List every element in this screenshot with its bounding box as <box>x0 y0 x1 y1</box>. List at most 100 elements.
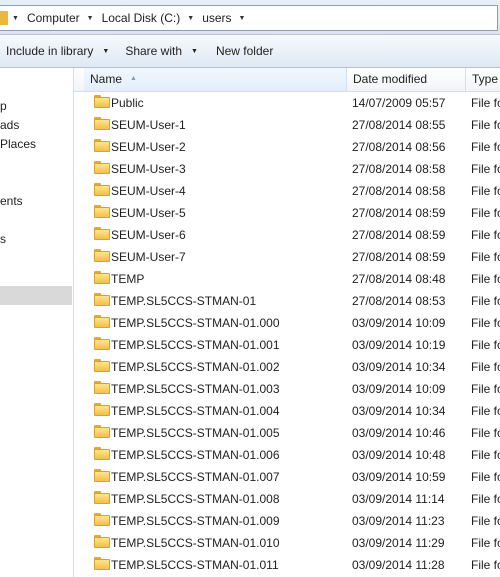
breadcrumb-computer[interactable]: Computer <box>24 11 83 25</box>
nav-item-downloads[interactable]: ads <box>0 116 19 134</box>
table-row[interactable]: TEMP.SL5CCS-STMAN-01.005 03/09/2014 10:46… <box>74 422 500 444</box>
row-name: TEMP.SL5CCS-STMAN-01.009 <box>111 514 280 528</box>
row-name: TEMP.SL5CCS-STMAN-01.004 <box>111 404 280 418</box>
column-header-name[interactable]: Name ▲ <box>84 68 347 91</box>
column-name-label: Name <box>90 72 123 86</box>
row-date-modified: 27/08/2014 08:58 <box>352 162 446 176</box>
nav-item-documents[interactable]: ents <box>0 192 23 210</box>
row-type: File fo <box>471 272 500 286</box>
row-type: File fo <box>471 228 500 242</box>
row-type: File fo <box>471 382 500 396</box>
row-type: File fo <box>471 294 500 308</box>
row-name: TEMP.SL5CCS-STMAN-01.006 <box>111 448 280 462</box>
include-in-library-label: Include in library <box>6 44 94 58</box>
chevron-down-icon[interactable]: ▼ <box>83 15 99 22</box>
file-list[interactable]: Name ▲ Date modified Type Public 14/07/200… <box>74 68 500 577</box>
row-type: File fo <box>471 448 500 462</box>
chevron-down-icon[interactable]: ▼ <box>8 15 24 22</box>
column-header-date-modified[interactable]: Date modified <box>347 68 466 91</box>
nav-item[interactable]: p <box>0 97 7 115</box>
navigation-pane[interactable]: p ads Places ents s <box>0 68 74 577</box>
table-row[interactable]: TEMP.SL5CCS-STMAN-01.011 03/09/2014 11:28… <box>74 554 500 576</box>
folder-icon <box>94 491 110 504</box>
folder-icon <box>94 139 110 152</box>
row-name: SEUM-User-3 <box>111 162 186 176</box>
row-type: File fo <box>471 558 500 572</box>
column-date-label: Date modified <box>353 72 428 86</box>
folder-icon <box>94 315 110 328</box>
row-date-modified: 03/09/2014 10:34 <box>352 360 446 374</box>
table-row[interactable]: TEMP.SL5CCS-STMAN-01.006 03/09/2014 10:48… <box>74 444 500 466</box>
column-header-type[interactable]: Type <box>466 68 500 91</box>
row-date-modified: 03/09/2014 11:28 <box>352 558 445 572</box>
table-row[interactable]: TEMP.SL5CCS-STMAN-01.000 03/09/2014 10:09… <box>74 312 500 334</box>
folder-icon <box>94 227 110 240</box>
folder-icon <box>94 161 110 174</box>
table-row[interactable]: TEMP.SL5CCS-STMAN-01.002 03/09/2014 10:34… <box>74 356 500 378</box>
row-type: File fo <box>471 536 500 550</box>
row-type: File fo <box>471 492 500 506</box>
row-name: TEMP.SL5CCS-STMAN-01.010 <box>111 536 280 550</box>
folder-icon <box>0 11 8 25</box>
row-type: File fo <box>471 118 500 132</box>
row-date-modified: 14/07/2009 05:57 <box>352 96 446 110</box>
row-name: SEUM-User-2 <box>111 140 186 154</box>
row-name: SEUM-User-4 <box>111 184 186 198</box>
folder-icon <box>94 337 110 350</box>
row-date-modified: 27/08/2014 08:53 <box>352 294 446 308</box>
row-date-modified: 03/09/2014 10:19 <box>352 338 446 352</box>
breadcrumb-local-disk[interactable]: Local Disk (C:) <box>99 11 184 25</box>
row-date-modified: 03/09/2014 11:23 <box>352 514 445 528</box>
row-date-modified: 27/08/2014 08:59 <box>352 228 446 242</box>
folder-icon <box>94 271 110 284</box>
include-in-library-button[interactable]: Include in library ▼ <box>0 39 115 63</box>
table-row[interactable]: SEUM-User-7 27/08/2014 08:59 File fo <box>74 246 500 268</box>
table-row[interactable]: SEUM-User-5 27/08/2014 08:59 File fo <box>74 202 500 224</box>
row-name: SEUM-User-1 <box>111 118 186 132</box>
sort-ascending-icon: ▲ <box>130 75 137 82</box>
share-with-button[interactable]: Share with ▼ <box>119 39 204 63</box>
table-row[interactable]: TEMP 27/08/2014 08:48 File fo <box>74 268 500 290</box>
row-type: File fo <box>471 162 500 176</box>
row-date-modified: 27/08/2014 08:58 <box>352 184 446 198</box>
column-header: Name ▲ Date modified Type <box>74 68 500 92</box>
row-type: File fo <box>471 404 500 418</box>
folder-icon <box>94 469 110 482</box>
nav-item-selected[interactable] <box>0 286 72 305</box>
nav-item[interactable]: s <box>0 230 6 248</box>
folder-icon <box>94 557 110 570</box>
table-row[interactable]: SEUM-User-2 27/08/2014 08:56 File fo <box>74 136 500 158</box>
breadcrumb[interactable]: ▼ Computer ▼ Local Disk (C:) ▼ users ▼ <box>0 5 498 31</box>
table-row[interactable]: TEMP.SL5CCS-STMAN-01.001 03/09/2014 10:19… <box>74 334 500 356</box>
table-row[interactable]: TEMP.SL5CCS-STMAN-01.010 03/09/2014 11:29… <box>74 532 500 554</box>
table-row[interactable]: SEUM-User-4 27/08/2014 08:58 File fo <box>74 180 500 202</box>
table-row[interactable]: SEUM-User-6 27/08/2014 08:59 File fo <box>74 224 500 246</box>
folder-icon <box>94 293 110 306</box>
row-name: TEMP.SL5CCS-STMAN-01.007 <box>111 470 280 484</box>
table-row[interactable]: TEMP.SL5CCS-STMAN-01.007 03/09/2014 10:59… <box>74 466 500 488</box>
row-date-modified: 03/09/2014 10:59 <box>352 470 446 484</box>
table-row[interactable]: Public 14/07/2009 05:57 File fo <box>74 92 500 114</box>
table-row[interactable]: SEUM-User-3 27/08/2014 08:58 File fo <box>74 158 500 180</box>
table-row[interactable]: TEMP.SL5CCS-STMAN-01 27/08/2014 08:53 File… <box>74 290 500 312</box>
nav-item-recent-places[interactable]: Places <box>0 135 36 153</box>
chevron-down-icon[interactable]: ▼ <box>183 15 199 22</box>
row-date-modified: 03/09/2014 11:29 <box>352 536 445 550</box>
table-row[interactable]: TEMP.SL5CCS-STMAN-01.004 03/09/2014 10:34… <box>74 400 500 422</box>
chevron-down-icon[interactable]: ▼ <box>235 15 251 22</box>
row-name: SEUM-User-6 <box>111 228 186 242</box>
row-date-modified: 03/09/2014 11:14 <box>352 492 445 506</box>
row-name: TEMP.SL5CCS-STMAN-01.011 <box>111 558 279 572</box>
table-row[interactable]: TEMP.SL5CCS-STMAN-01.009 03/09/2014 11:23… <box>74 510 500 532</box>
folder-icon <box>94 183 110 196</box>
row-name: TEMP <box>111 272 145 286</box>
row-name: TEMP.SL5CCS-STMAN-01.003 <box>111 382 280 396</box>
table-row[interactable]: TEMP.SL5CCS-STMAN-01.008 03/09/2014 11:14… <box>74 488 500 510</box>
table-row[interactable]: SEUM-User-1 27/08/2014 08:55 File fo <box>74 114 500 136</box>
breadcrumb-users[interactable]: users <box>199 11 234 25</box>
new-folder-button[interactable]: New folder <box>210 39 279 63</box>
table-row[interactable]: TEMP.SL5CCS-STMAN-01.003 03/09/2014 10:09… <box>74 378 500 400</box>
row-date-modified: 03/09/2014 10:09 <box>352 382 446 396</box>
row-date-modified: 27/08/2014 08:56 <box>352 140 446 154</box>
row-type: File fo <box>471 338 500 352</box>
